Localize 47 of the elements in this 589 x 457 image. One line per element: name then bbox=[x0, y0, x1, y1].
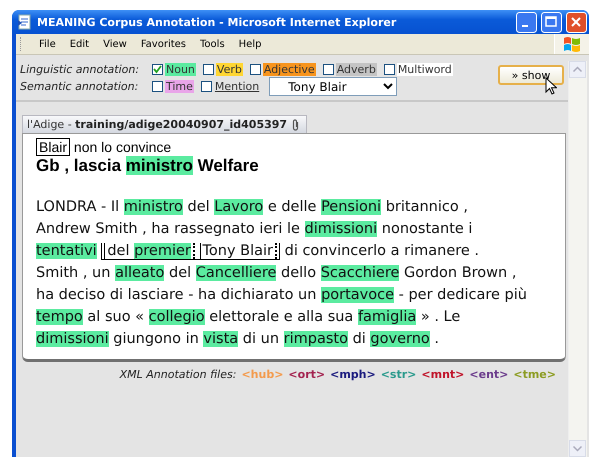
files-label: XML Annotation files: bbox=[120, 368, 236, 381]
close-button[interactable] bbox=[566, 12, 587, 32]
entity-dropdown[interactable]: Tony Blair bbox=[269, 77, 398, 96]
checkbox[interactable] bbox=[384, 64, 395, 75]
minimize-button[interactable] bbox=[516, 12, 537, 32]
show-button[interactable]: » show bbox=[498, 65, 564, 85]
menu-item[interactable]: File bbox=[32, 38, 63, 50]
option-label[interactable]: Adverb bbox=[336, 63, 377, 76]
option-label[interactable]: Multiword bbox=[396, 63, 453, 76]
annotation-label: Linguistic annotation: bbox=[20, 63, 140, 76]
option-label[interactable]: Verb bbox=[216, 63, 243, 76]
menu-item[interactable]: View bbox=[96, 38, 134, 50]
xml-file-link[interactable]: <mnt> bbox=[421, 368, 464, 381]
article-kicker: Blair non lo convince bbox=[36, 139, 553, 156]
maximize-button[interactable] bbox=[541, 12, 562, 32]
option-label[interactable]: Adjective bbox=[262, 63, 316, 76]
paperclip-icon[interactable] bbox=[291, 118, 300, 130]
menu-item[interactable]: Favorites bbox=[134, 38, 194, 50]
menu-item[interactable]: Tools bbox=[193, 38, 232, 50]
option-label[interactable]: Time bbox=[165, 80, 194, 93]
xml-file-link[interactable]: <ent> bbox=[469, 368, 508, 381]
option-label[interactable]: Noun bbox=[165, 63, 196, 76]
checkbox[interactable] bbox=[202, 64, 214, 75]
article-text-line: Smith , un alleato del Cancelliere dello Scacchiere Gordon Brown , bbox=[36, 264, 518, 283]
checkbox[interactable] bbox=[250, 64, 261, 75]
xml-file-link[interactable]: <mph> bbox=[330, 368, 376, 381]
menu-item[interactable]: Edit bbox=[62, 38, 96, 50]
windows-flag-icon bbox=[563, 36, 581, 52]
article-text-line: tempo al suo « collegio elettorale e alla sua famiglia » . Le bbox=[36, 308, 462, 327]
annotation-label: Semantic annotation: bbox=[20, 80, 140, 93]
article-text-line: dimissioni giungono in vista di un rimpasto di governo . bbox=[36, 330, 440, 349]
article-text-line: ha deciso di lasciare - ha dichiarato un portavoce - per dedicare più bbox=[36, 286, 528, 305]
document-tab[interactable]: l'Adige - training/adige20040907_id405397 bbox=[22, 115, 308, 133]
article-text-line: LONDRA - Il ministro del Lavoro e delle Pensioni britannico , bbox=[36, 198, 469, 217]
article-text-line: Andrew Smith , ha rassegnato ieri le dimissioni nonostante i bbox=[36, 220, 474, 239]
checkbox[interactable] bbox=[152, 81, 163, 92]
checkbox[interactable] bbox=[322, 64, 334, 75]
article-headline: Gb , lascia ministro Welfare bbox=[36, 156, 260, 176]
article-text-line: tentativi del premier Tony Blair di convincerlo a rimanere . bbox=[36, 242, 480, 262]
checkbox[interactable] bbox=[200, 81, 212, 92]
xml-file-link[interactable]: <ort> bbox=[288, 368, 326, 381]
window-title: MEANING Corpus Annotation - Microsoft Internet Explorer bbox=[37, 16, 398, 28]
checkbox[interactable] bbox=[152, 64, 163, 75]
option-label[interactable]: Mention bbox=[214, 80, 260, 93]
menu-item[interactable]: Help bbox=[232, 38, 268, 50]
page-icon bbox=[17, 14, 33, 30]
document-title: l'Adige - training/adige20040907_id405397 bbox=[27, 118, 288, 131]
